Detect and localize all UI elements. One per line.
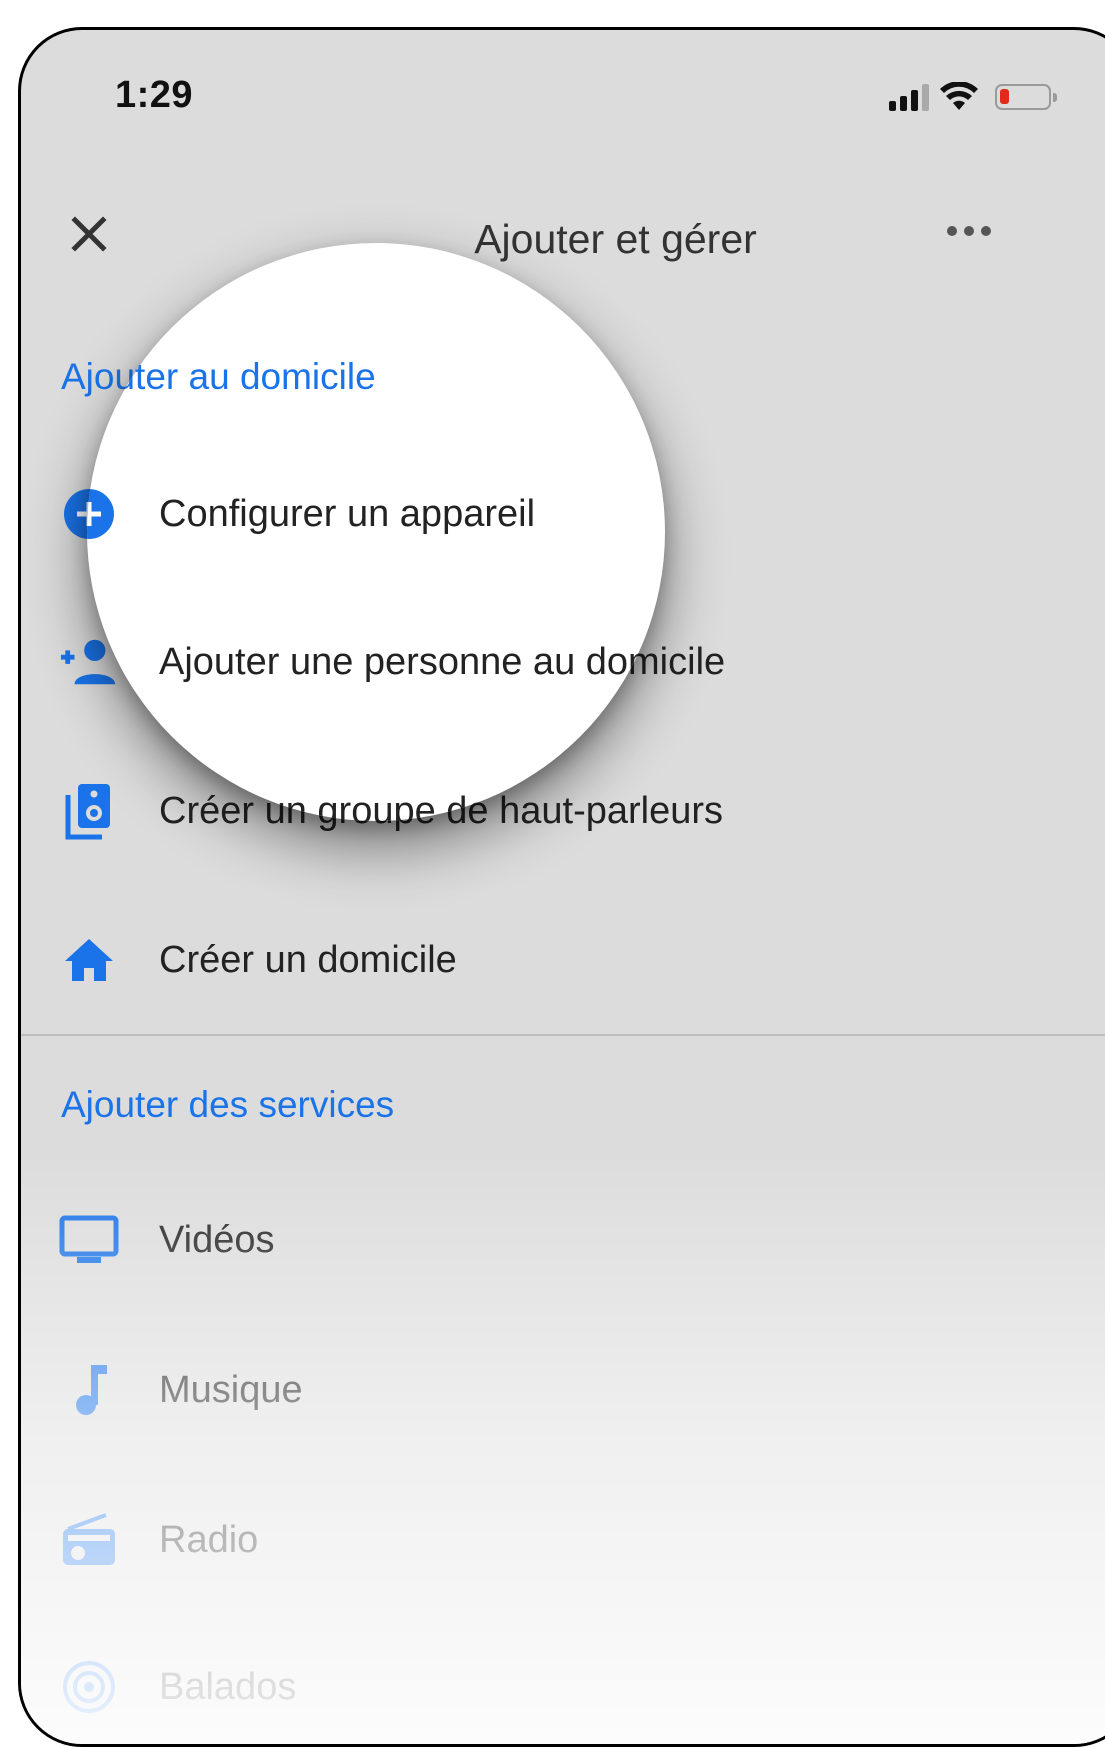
battery-level bbox=[1000, 89, 1009, 104]
status-time: 1:29 bbox=[115, 74, 194, 116]
magnifier-content: Ajouter et gérer Ajouter au domicile Con… bbox=[87, 243, 665, 821]
menu-item-label: Ajouter une personne au domicile bbox=[159, 640, 665, 683]
home-icon bbox=[59, 930, 119, 990]
menu-item-label: Configurer un appareil bbox=[159, 492, 536, 535]
page-title-magnified: Ajouter et gérer bbox=[87, 243, 665, 263]
menu-item-radio[interactable]: Radio bbox=[21, 1500, 1101, 1580]
menu-item-podcasts[interactable]: Balados bbox=[21, 1647, 1101, 1727]
more-options-icon[interactable] bbox=[947, 226, 991, 236]
menu-item-create-home[interactable]: Créer un domicile bbox=[21, 920, 1101, 1000]
menu-item-label: Musique bbox=[159, 1368, 303, 1411]
magnifier-callout: Ajouter et gérer Ajouter au domicile Con… bbox=[87, 243, 665, 821]
menu-item-label: Créer un domicile bbox=[159, 938, 457, 981]
menu-item-label: Radio bbox=[159, 1518, 259, 1561]
section-header-services: Ajouter des services bbox=[61, 1084, 395, 1125]
battery-icon bbox=[995, 84, 1057, 110]
speaker-group-icon bbox=[87, 781, 119, 821]
menu-item-label: Vidéos bbox=[159, 1218, 275, 1261]
menu-item-speaker-group-magnified[interactable]: Créer un groupe de haut-parleurs bbox=[87, 771, 665, 821]
status-icons bbox=[889, 82, 1057, 112]
menu-item-music[interactable]: Musique bbox=[21, 1350, 1101, 1430]
menu-item-label: Balados bbox=[159, 1665, 297, 1708]
music-note-icon bbox=[59, 1360, 119, 1420]
tv-icon bbox=[59, 1210, 119, 1270]
podcast-icon bbox=[59, 1657, 119, 1717]
section-header-home-magnified: Ajouter au domicile bbox=[87, 356, 376, 397]
menu-item-videos[interactable]: Vidéos bbox=[21, 1200, 1101, 1280]
radio-icon bbox=[59, 1510, 119, 1570]
menu-item-label: Créer un groupe de haut-parleurs bbox=[159, 789, 665, 822]
menu-item-add-person-magnified[interactable]: Ajouter une personne au domicile bbox=[87, 622, 665, 702]
wifi-icon bbox=[940, 82, 978, 110]
divider bbox=[21, 1034, 1105, 1036]
add-circle-icon bbox=[87, 484, 119, 544]
menu-item-setup-device-magnified[interactable]: Configurer un appareil bbox=[87, 474, 665, 554]
signal-icon bbox=[889, 83, 929, 111]
person-add-icon bbox=[87, 632, 119, 692]
phone-frame: 1:29 Ajouter et gérer Ajouter au domicil… bbox=[18, 27, 1105, 1747]
